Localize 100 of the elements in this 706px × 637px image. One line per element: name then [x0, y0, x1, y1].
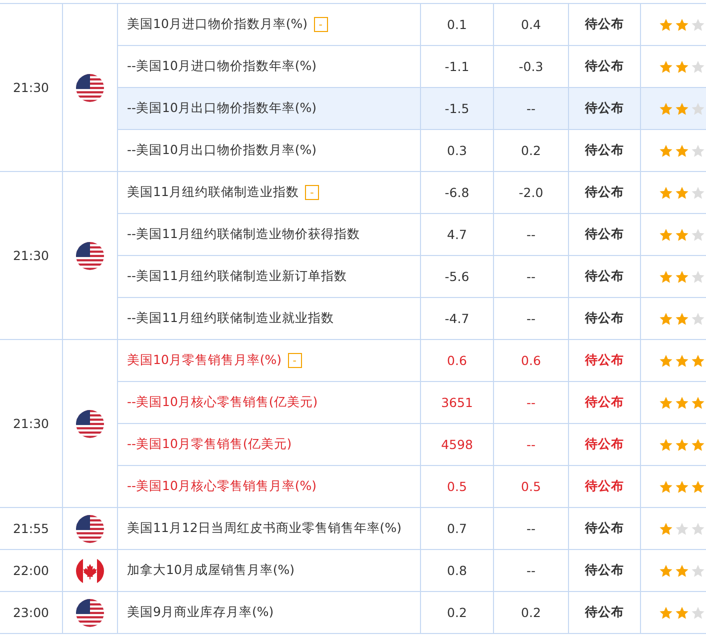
- filled-star-icon: [675, 102, 689, 116]
- status-text: 待公布: [585, 142, 624, 157]
- forecast-value: 0.2: [521, 605, 541, 620]
- filled-star-icon: [675, 354, 689, 368]
- empty-star-icon: [691, 606, 705, 620]
- previous-value: -4.7: [444, 311, 470, 326]
- forecast-value: -2.0: [518, 185, 544, 200]
- previous-value: -6.8: [444, 185, 470, 200]
- filled-star-icon: [691, 396, 705, 410]
- status-text: 待公布: [585, 436, 624, 451]
- empty-star-icon: [691, 228, 705, 242]
- filled-star-icon: [675, 438, 689, 452]
- indicator-name: --美国11月纽约联储制造业就业指数: [127, 310, 334, 325]
- filled-star-icon: [659, 102, 673, 116]
- filled-star-icon: [691, 480, 705, 494]
- status-text: 待公布: [585, 184, 624, 199]
- status-text: 待公布: [585, 394, 624, 409]
- forecast-value: --: [526, 101, 536, 116]
- time-text: 21:30: [12, 248, 50, 263]
- usa-flag-icon: [76, 598, 104, 626]
- indicator-name: 美国10月零售销售月率(%): [127, 352, 282, 367]
- collapse-toggle[interactable]: -: [304, 185, 319, 200]
- filled-star-icon: [675, 228, 689, 242]
- indicator-name: 美国11月纽约联储制造业指数: [127, 184, 299, 199]
- usa-flag-icon: [76, 74, 104, 102]
- previous-value: 0.8: [447, 563, 467, 578]
- filled-star-icon: [675, 186, 689, 200]
- previous-value: 0.7: [447, 521, 467, 536]
- status-text: 待公布: [585, 352, 624, 367]
- empty-star-icon: [691, 18, 705, 32]
- time-text: 23:00: [12, 605, 50, 620]
- empty-star-icon: [691, 564, 705, 578]
- status-text: 待公布: [585, 478, 624, 493]
- forecast-value: 0.6: [521, 353, 541, 368]
- status-text: 待公布: [585, 268, 624, 283]
- previous-value: -1.1: [444, 59, 470, 74]
- previous-value: 3651: [441, 395, 473, 410]
- usa-flag-icon: [76, 410, 104, 438]
- forecast-value: --: [526, 269, 536, 284]
- filled-star-icon: [659, 396, 673, 410]
- empty-star-icon: [691, 144, 705, 158]
- status-text: 待公布: [585, 226, 624, 241]
- canada-flag-icon: [76, 556, 104, 584]
- empty-star-icon: [691, 60, 705, 74]
- empty-star-icon: [691, 270, 705, 284]
- forecast-value: --: [526, 521, 536, 536]
- status-text: 待公布: [585, 520, 624, 535]
- previous-value: 4598: [441, 437, 473, 452]
- collapse-toggle[interactable]: -: [314, 17, 328, 32]
- indicator-name: --美国10月进口物价指数年率(%): [127, 58, 317, 73]
- indicator-name: 美国11月12日当周红皮书商业零售销售年率(%): [127, 520, 402, 535]
- filled-star-icon: [659, 522, 673, 536]
- forecast-value: -0.3: [518, 59, 544, 74]
- collapse-toggle[interactable]: -: [288, 353, 302, 368]
- filled-star-icon: [659, 60, 673, 74]
- previous-value: 4.7: [447, 227, 467, 242]
- indicator-name: 加拿大10月成屋销售月率(%): [127, 562, 295, 577]
- filled-star-icon: [675, 396, 689, 410]
- filled-star-icon: [675, 60, 689, 74]
- forecast-value: --: [526, 563, 536, 578]
- previous-value: 0.1: [447, 17, 467, 32]
- previous-value: -5.6: [444, 269, 470, 284]
- status-text: 待公布: [585, 562, 624, 577]
- filled-star-icon: [675, 564, 689, 578]
- usa-flag-icon: [76, 514, 104, 542]
- forecast-value: --: [526, 395, 536, 410]
- indicator-name: --美国10月核心零售销售月率(%): [127, 478, 317, 493]
- filled-star-icon: [659, 564, 673, 578]
- filled-star-icon: [675, 144, 689, 158]
- indicator-name: --美国10月零售销售(亿美元): [127, 436, 292, 451]
- indicator-name: --美国10月核心零售销售(亿美元): [127, 394, 318, 409]
- forecast-value: 0.5: [521, 479, 541, 494]
- filled-star-icon: [659, 186, 673, 200]
- filled-star-icon: [659, 354, 673, 368]
- previous-value: 0.6: [447, 353, 467, 368]
- empty-star-icon: [675, 522, 689, 536]
- time-text: 22:00: [12, 563, 50, 578]
- filled-star-icon: [675, 606, 689, 620]
- filled-star-icon: [675, 312, 689, 326]
- filled-star-icon: [675, 18, 689, 32]
- filled-star-icon: [659, 270, 673, 284]
- previous-value: 0.5: [447, 479, 467, 494]
- empty-star-icon: [691, 522, 705, 536]
- indicator-name: --美国10月出口物价指数年率(%): [127, 100, 317, 115]
- filled-star-icon: [659, 480, 673, 494]
- status-text: 待公布: [585, 100, 624, 115]
- filled-star-icon: [675, 480, 689, 494]
- filled-star-icon: [659, 438, 673, 452]
- empty-star-icon: [691, 312, 705, 326]
- filled-star-icon: [659, 144, 673, 158]
- previous-value: 0.2: [447, 605, 467, 620]
- filled-star-icon: [659, 606, 673, 620]
- time-text: 21:55: [12, 521, 50, 536]
- usa-flag-icon: [76, 242, 104, 270]
- forecast-value: 0.4: [521, 17, 541, 32]
- filled-star-icon: [659, 312, 673, 326]
- indicator-name: --美国11月纽约联储制造业新订单指数: [127, 268, 347, 283]
- indicator-name: --美国11月纽约联储制造业物价获得指数: [127, 226, 360, 241]
- status-text: 待公布: [585, 310, 624, 325]
- indicator-name: 美国10月进口物价指数月率(%): [127, 16, 308, 31]
